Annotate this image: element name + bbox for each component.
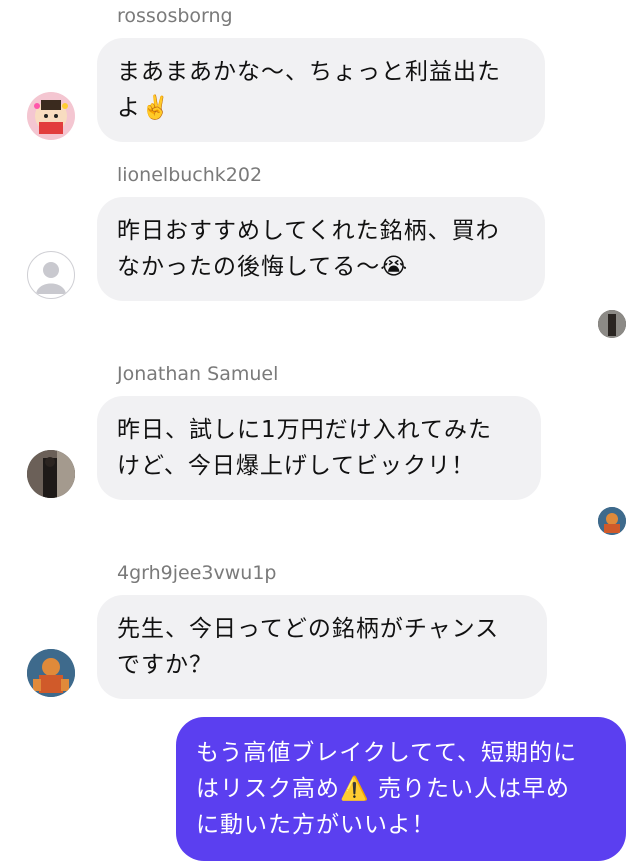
- message-username: Jonathan Samuel: [117, 363, 279, 385]
- default-person-avatar-icon[interactable]: [27, 251, 75, 299]
- message-bubble[interactable]: まあまあかな〜、ちょっと利益出た よ✌️: [97, 38, 545, 142]
- message-username: lionelbuchk202: [117, 164, 263, 186]
- my-message-bubble[interactable]: もう高値ブレイクしてて、短期的に はリスク高め⚠️ 売りたい人は早め に動いた方…: [176, 717, 626, 861]
- message-bubble[interactable]: 昨日おすすめしてくれた銘柄、買わ なかったの後悔してる〜😭: [97, 197, 545, 301]
- read-receipt-avatar-icon: [598, 310, 626, 338]
- cartoon-avatar-icon[interactable]: [27, 92, 75, 140]
- message-username: rossosborng: [117, 5, 233, 27]
- chat-thread: rossosborng まあまあかな〜、ちょっと利益出た よ✌️ lionelb…: [0, 0, 640, 861]
- superhero-avatar-icon[interactable]: [27, 649, 75, 697]
- message-bubble[interactable]: 先生、今日ってどの銘柄がチャンス ですか？: [97, 595, 547, 699]
- message-username: 4grh9jee3vwu1p: [117, 562, 277, 584]
- message-bubble[interactable]: 昨日、試しに1万円だけ入れてみた けど、今日爆上げしてビックリ！: [97, 396, 541, 500]
- read-receipt-avatar-icon: [598, 507, 626, 535]
- photo-avatar-icon[interactable]: [27, 450, 75, 498]
